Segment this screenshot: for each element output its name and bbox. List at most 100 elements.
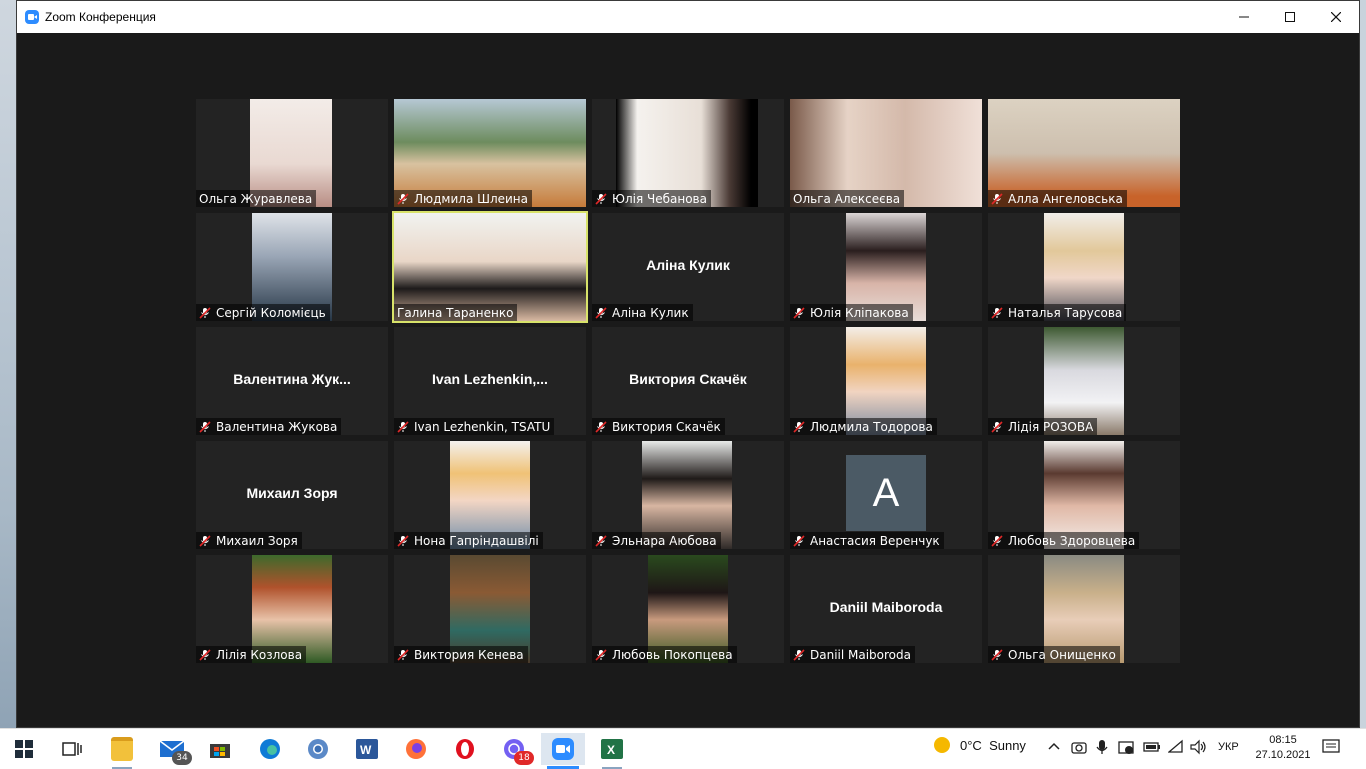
participant-name-tag: Нона Гапріндашвілі	[394, 532, 543, 549]
participant-name: Лілія Козлова	[216, 647, 303, 662]
participant-tile[interactable]: Нона Гапріндашвілі	[394, 441, 586, 549]
participant-tile[interactable]: Виктория Скачёк Виктория Скачёк	[592, 327, 784, 435]
participant-tile[interactable]: Эльнара Аюбова	[592, 441, 784, 549]
tray-camera[interactable]	[1071, 739, 1087, 759]
taskbar-viber[interactable]: 18	[492, 733, 536, 765]
video-gallery: Ольга Журавлева Людмила Шлеина Юлія Чебано…	[17, 33, 1359, 727]
taskbar-edge[interactable]	[248, 733, 292, 765]
participant-tile[interactable]: Лідія РОЗОВА	[988, 327, 1180, 435]
participant-name-tag: Аліна Кулик	[592, 304, 693, 321]
weather-widget[interactable]: 0°C Sunny	[934, 737, 1026, 753]
taskbar-word[interactable]: W	[345, 733, 389, 765]
participant-tile[interactable]: Любовь Покопцева	[592, 555, 784, 663]
participant-name-tag: Михаил Зоря	[196, 532, 302, 549]
participant-tile[interactable]: Ольга Журавлева	[196, 99, 388, 207]
participant-tile[interactable]: Галина Тараненко	[392, 211, 588, 323]
taskbar-firefox[interactable]	[394, 733, 438, 765]
participant-name-tag: Daniil Maiboroda	[790, 646, 915, 663]
action-center-button[interactable]	[1322, 739, 1340, 755]
opera-icon	[456, 739, 474, 759]
participant-tile[interactable]: Юлія Кліпакова	[790, 213, 982, 321]
zoom-app-icon	[25, 10, 39, 24]
participant-name-tag: Алла Ангеловська	[988, 190, 1127, 207]
taskbar-opera[interactable]	[443, 733, 487, 765]
muted-mic-icon	[991, 648, 1003, 661]
participant-tile[interactable]: Ольга Алексеєва	[790, 99, 982, 207]
participant-tile[interactable]: Daniil Maiboroda Daniil Maiboroda	[790, 555, 982, 663]
participant-display-name: Михаил Зоря	[246, 485, 338, 501]
excel-icon: X	[601, 739, 623, 759]
show-hidden-icons[interactable]	[1047, 739, 1061, 757]
muted-mic-icon	[595, 648, 607, 661]
participant-name-tag: Наталья Тарусова	[988, 304, 1127, 321]
taskbar-zoom[interactable]	[541, 733, 585, 769]
edge-icon	[260, 739, 280, 759]
participant-tile[interactable]: Алла Ангеловська	[988, 99, 1180, 207]
participant-tile[interactable]: Валентина Жук... Валентина Жукова	[196, 327, 388, 435]
participant-tile[interactable]: Юлія Чебанова	[592, 99, 784, 207]
taskbar-file-explorer[interactable]	[100, 733, 144, 769]
participant-tile[interactable]: Людмила Шлеина	[394, 99, 586, 207]
participant-name-tag: Людмила Тодорова	[790, 418, 937, 435]
system-clock[interactable]: 08:15 27.10.2021	[1255, 733, 1311, 763]
participant-display-name: Daniil Maiboroda	[829, 599, 943, 615]
participant-name: Виктория Кенева	[414, 647, 524, 662]
tray-security[interactable]	[1118, 739, 1134, 759]
taskbar-store[interactable]	[198, 733, 242, 765]
participant-tile[interactable]: Ольга Онищенко	[988, 555, 1180, 663]
language-indicator[interactable]: УКР	[1218, 741, 1239, 753]
minimize-icon	[1239, 16, 1249, 18]
participant-tile[interactable]: Наталья Тарусова	[988, 213, 1180, 321]
minimize-button[interactable]	[1221, 1, 1267, 33]
maximize-button[interactable]	[1267, 1, 1313, 33]
close-button[interactable]	[1313, 1, 1359, 33]
battery-icon	[1143, 742, 1160, 752]
task-view-button[interactable]	[50, 733, 94, 765]
muted-mic-icon	[793, 534, 805, 547]
participant-name-tag: Эльнара Аюбова	[592, 532, 721, 549]
tray-microphone[interactable]	[1095, 739, 1109, 759]
participant-name-tag: Валентина Жукова	[196, 418, 342, 435]
zoom-icon	[552, 738, 574, 760]
participant-tile[interactable]: Сергій Коломієць	[196, 213, 388, 321]
start-button[interactable]	[2, 733, 46, 765]
viber-badge: 18	[514, 751, 534, 765]
participant-name: Анастасия Веренчук	[810, 533, 940, 548]
tray-volume[interactable]	[1190, 739, 1208, 759]
tray-battery[interactable]	[1143, 739, 1161, 759]
store-icon	[210, 744, 230, 758]
participant-name-tag: Ольга Журавлева	[196, 190, 317, 207]
participant-name: Ольга Журавлева	[199, 191, 313, 206]
participant-name: Юлія Кліпакова	[810, 305, 909, 320]
microphone-icon	[1096, 740, 1108, 754]
participant-name: Людмила Тодорова	[810, 419, 933, 434]
participant-tile[interactable]: Виктория Кенева	[394, 555, 586, 663]
participant-tile[interactable]: Людмила Тодорова	[790, 327, 982, 435]
participant-name-tag: Любовь Покопцева	[592, 646, 737, 663]
participant-tile[interactable]: Аліна Кулик Аліна Кулик	[592, 213, 784, 321]
participant-name-tag: Юлія Чебанова	[592, 190, 711, 207]
participant-tile[interactable]: Михаил Зоря Михаил Зоря	[196, 441, 388, 549]
participant-name-tag: Виктория Кенева	[394, 646, 528, 663]
participant-name-tag: Сергій Коломієць	[196, 304, 330, 321]
participant-name: Ольга Алексеєва	[793, 191, 901, 206]
participant-display-name: Валентина Жук...	[233, 371, 351, 387]
participant-name: Нона Гапріндашвілі	[414, 533, 539, 548]
taskbar-excel[interactable]: X	[590, 733, 634, 769]
muted-mic-icon	[397, 534, 409, 547]
title-bar[interactable]: Zoom Конференция	[17, 1, 1359, 33]
participant-tile[interactable]: Ivan Lezhenkin,... Ivan Lezhenkin, TSATU	[394, 327, 586, 435]
participant-tile[interactable]: A Анастасия Веренчук	[790, 441, 982, 549]
participant-display-name: Аліна Кулик	[646, 257, 730, 273]
close-icon	[1331, 12, 1341, 22]
tray-network[interactable]	[1167, 739, 1184, 759]
taskbar-chrome[interactable]	[296, 733, 340, 765]
participant-name-tag: Анастасия Веренчук	[790, 532, 944, 549]
mail-badge: 34	[172, 751, 192, 765]
participant-name: Ольга Онищенко	[1008, 647, 1116, 662]
participant-name-tag: Ivan Lezhenkin, TSATU	[394, 418, 555, 435]
participant-name-tag: Ольга Алексеєва	[790, 190, 905, 207]
participant-tile[interactable]: Любовь Здоровцева	[988, 441, 1180, 549]
taskbar-mail[interactable]: 34	[150, 733, 194, 765]
participant-tile[interactable]: Лілія Козлова	[196, 555, 388, 663]
